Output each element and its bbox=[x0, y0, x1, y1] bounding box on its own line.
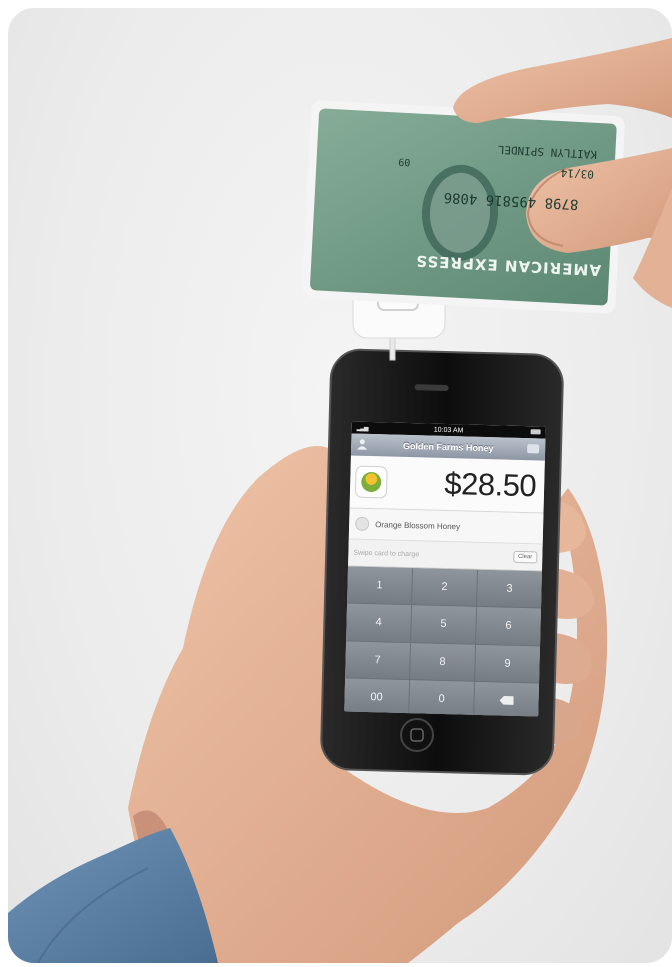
keypad: 1 2 3 4 5 6 7 8 9 00 0 bbox=[344, 566, 542, 717]
key-3[interactable]: 3 bbox=[477, 569, 542, 608]
item-photo-icon[interactable] bbox=[354, 516, 370, 531]
amount-row: $28.50 bbox=[349, 455, 545, 514]
card-number: 8798 495816 4086 bbox=[443, 188, 579, 213]
clear-button[interactable]: Clear bbox=[512, 550, 538, 564]
battery-icon bbox=[530, 429, 541, 435]
card-member-since: 09 bbox=[398, 155, 411, 168]
key-8[interactable]: 8 bbox=[410, 642, 476, 681]
swipe-prompt: Swipe card to charge bbox=[353, 549, 420, 558]
key-2[interactable]: 2 bbox=[412, 568, 477, 607]
item-name: Orange Blossom Honey bbox=[375, 519, 461, 531]
key-9[interactable]: 9 bbox=[475, 644, 541, 683]
card-expiry: 03/14 bbox=[560, 166, 595, 181]
merchant-name: Golden Farms Honey bbox=[402, 440, 494, 454]
card-brand: AMERICAN EXPRESS bbox=[414, 251, 602, 280]
merchant-logo bbox=[354, 465, 388, 499]
key-7[interactable]: 7 bbox=[345, 640, 411, 679]
photo-frame: KAITLYN SPINDEL 8798 495816 4086 03/14 0… bbox=[8, 8, 672, 963]
key-5[interactable]: 5 bbox=[411, 605, 477, 644]
status-time: 10:03 AM bbox=[433, 426, 464, 434]
key-6[interactable]: 6 bbox=[476, 607, 541, 646]
key-00[interactable]: 00 bbox=[344, 678, 410, 717]
account-icon[interactable] bbox=[357, 439, 368, 450]
backspace-key[interactable] bbox=[474, 681, 540, 717]
key-0[interactable]: 0 bbox=[409, 679, 475, 717]
key-4[interactable]: 4 bbox=[346, 603, 412, 642]
item-row[interactable]: Orange Blossom Honey bbox=[348, 508, 544, 545]
phone-screen: ▂▃▅ 10:03 AM Golden Farms Honey $28.50 O… bbox=[344, 421, 546, 717]
camera-icon[interactable] bbox=[527, 444, 540, 454]
card-text-layer: KAITLYN SPINDEL 8798 495816 4086 03/14 0… bbox=[301, 102, 623, 314]
key-1[interactable]: 1 bbox=[347, 566, 413, 605]
card-holder: KAITLYN SPINDEL bbox=[497, 142, 598, 161]
signal-icon: ▂▃▅ bbox=[356, 425, 368, 432]
charge-amount: $28.50 bbox=[443, 465, 537, 504]
backspace-icon bbox=[499, 696, 513, 705]
